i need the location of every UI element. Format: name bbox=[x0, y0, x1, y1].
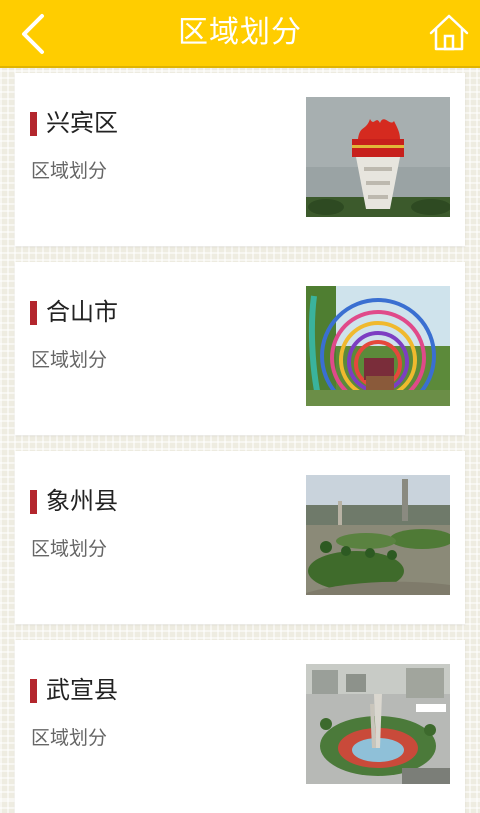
region-name: 合山市 bbox=[46, 298, 118, 326]
region-name: 象州县 bbox=[46, 487, 118, 515]
title-marker bbox=[30, 679, 37, 703]
region-card-xiangzhou[interactable]: 象州县 区域划分 bbox=[15, 451, 465, 624]
region-name: 武宣县 bbox=[46, 676, 118, 704]
app-header: 区域划分 bbox=[0, 0, 480, 68]
title-marker bbox=[30, 112, 37, 136]
home-icon bbox=[429, 14, 469, 51]
region-thumbnail bbox=[306, 475, 450, 595]
region-name: 兴宾区 bbox=[46, 109, 118, 137]
region-card-wuxuan[interactable]: 武宣县 区域划分 bbox=[15, 640, 465, 813]
region-subtitle: 区域划分 bbox=[31, 538, 108, 560]
region-thumbnail bbox=[306, 97, 450, 217]
region-subtitle: 区域划分 bbox=[31, 727, 108, 749]
region-thumbnail bbox=[306, 664, 450, 784]
region-card-heshan[interactable]: 合山市 区域划分 bbox=[15, 262, 465, 435]
region-subtitle: 区域划分 bbox=[31, 349, 108, 371]
region-card-xingbin[interactable]: 兴宾区 区域划分 bbox=[15, 73, 465, 246]
title-marker bbox=[30, 301, 37, 325]
title-marker bbox=[30, 490, 37, 514]
home-button[interactable] bbox=[428, 12, 470, 54]
region-subtitle: 区域划分 bbox=[31, 160, 108, 182]
region-thumbnail bbox=[306, 286, 450, 406]
page-title: 区域划分 bbox=[178, 15, 302, 50]
